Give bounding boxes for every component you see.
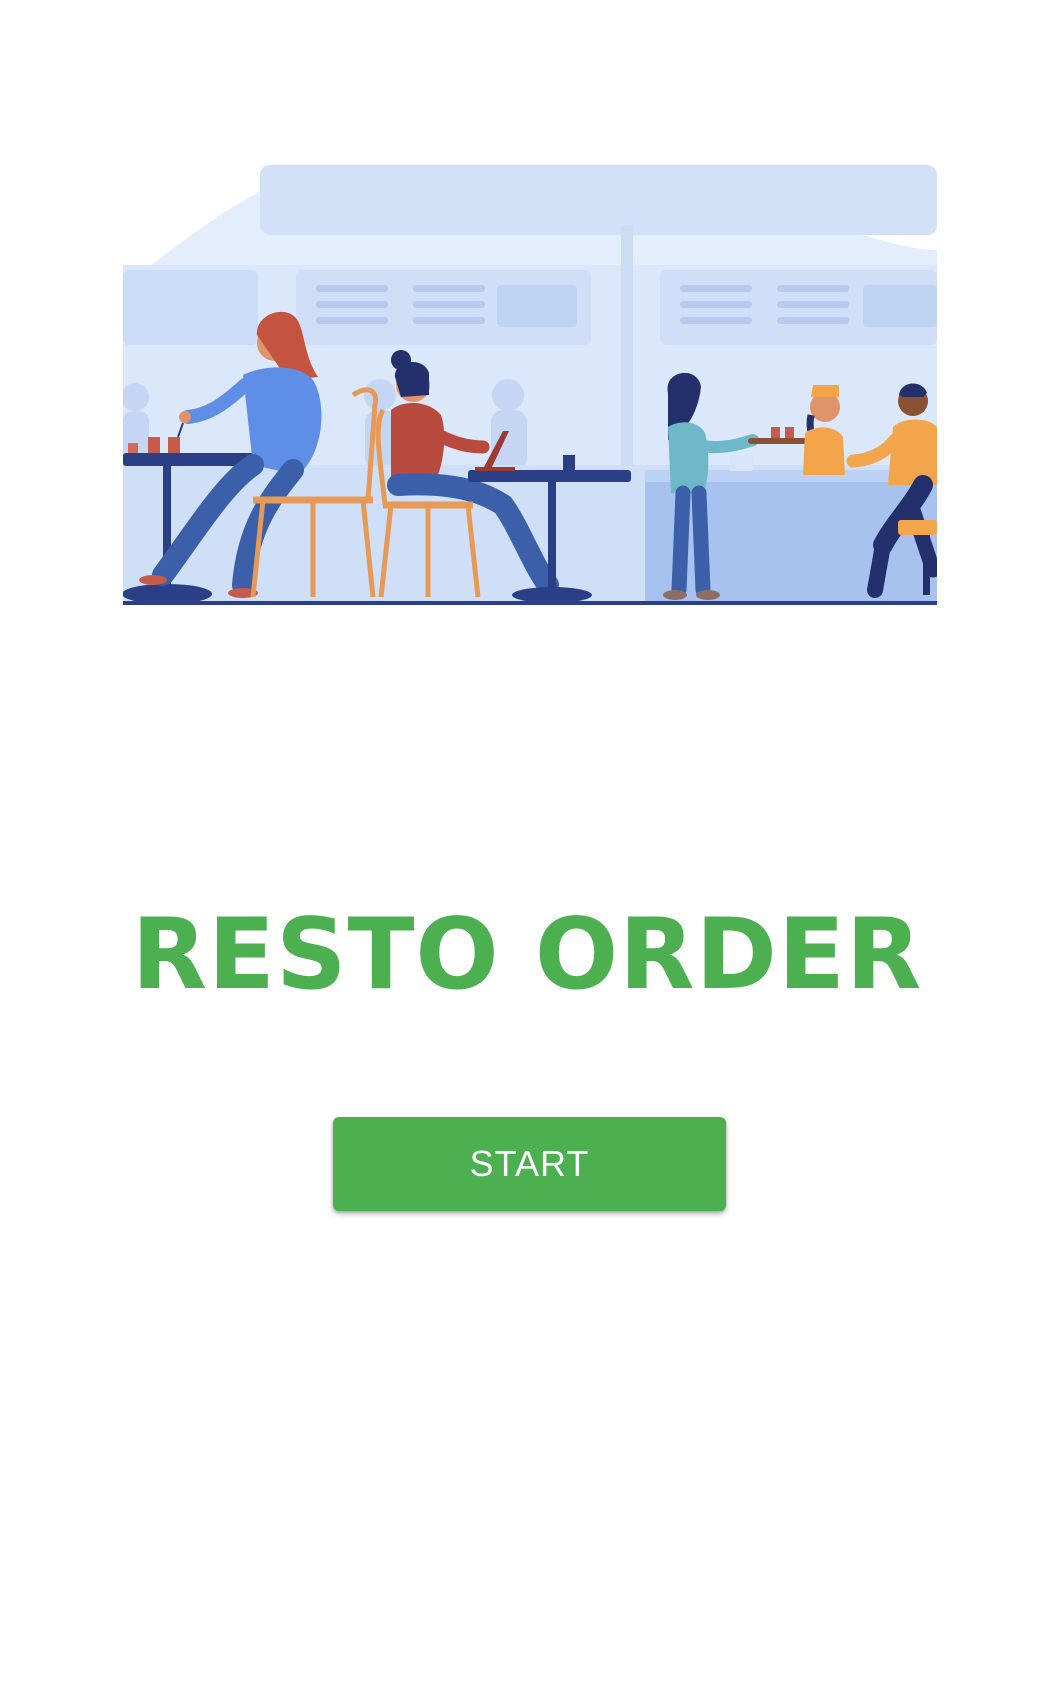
app-title: RESTO ORDER bbox=[131, 898, 923, 1012]
hero-illustration bbox=[123, 165, 937, 605]
start-button[interactable]: START bbox=[333, 1117, 726, 1211]
restaurant-illustration bbox=[123, 165, 937, 605]
